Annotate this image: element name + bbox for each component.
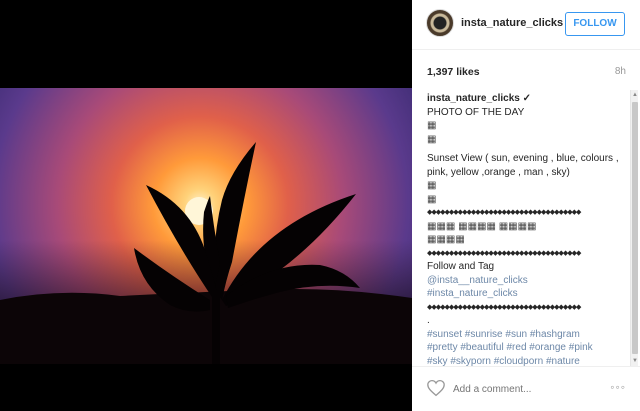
scroll-up-icon[interactable]: ▲ xyxy=(632,92,638,98)
caption-follow-tag: Follow and Tag xyxy=(427,261,495,272)
post-age[interactable]: 8h xyxy=(615,66,626,77)
caption-symbol: ▦ xyxy=(427,193,437,205)
caption-symbol: ▦ xyxy=(427,180,437,191)
sunset-plant-photo xyxy=(0,88,412,364)
scroll-down-icon[interactable]: ▼ xyxy=(632,358,638,364)
likes-count[interactable]: 1,397 likes xyxy=(427,66,480,78)
caption-hashtag[interactable]: #insta_nature_clicks xyxy=(427,287,625,301)
post-sidebar: insta_nature_clicks FOLLOW 1,397 likes 8… xyxy=(412,0,640,411)
caption-mention[interactable]: @insta__nature_clicks xyxy=(427,274,625,288)
caption-hashtags[interactable]: #sky #skyporn #cloudporn #nature xyxy=(427,355,625,367)
comment-input[interactable] xyxy=(453,382,593,396)
caption-scrollbar[interactable]: ▲ ▼ xyxy=(630,90,638,366)
caption-hashtags[interactable]: #pretty #beautiful #red #orange #pink xyxy=(427,341,625,355)
caption-symbol-row: ▦▦▦▦ xyxy=(427,234,465,245)
caption-dot: . xyxy=(427,315,430,326)
post-stats: 1,397 likes 8h xyxy=(412,50,640,86)
follow-button[interactable]: FOLLOW xyxy=(565,12,625,36)
caption-hashtags[interactable]: #sunset #sunrise #sun #hashgram xyxy=(427,328,625,342)
caption-scroll-area[interactable]: insta_nature_clicks ✓ PHOTO OF THE DAY ▦… xyxy=(412,88,640,366)
scrollbar-thumb[interactable] xyxy=(632,102,638,354)
post-username[interactable]: insta_nature_clicks xyxy=(461,17,563,29)
heart-icon[interactable] xyxy=(426,379,446,397)
caption-symbol: ▦ xyxy=(427,120,437,131)
caption-symbol-row: ▦▦▦ ▦▦▦▦ ▦▦▦▦ xyxy=(427,220,537,232)
caption-divider: ◆◆◆◆◆◆◆◆◆◆◆◆◆◆◆◆◆◆◆◆◆◆◆◆◆◆◆◆◆◆◆◆◆◆◆ xyxy=(427,303,581,311)
post-header: insta_nature_clicks FOLLOW xyxy=(412,0,640,50)
caption-symbol: ▦ xyxy=(427,133,437,145)
caption-divider: ◆◆◆◆◆◆◆◆◆◆◆◆◆◆◆◆◆◆◆◆◆◆◆◆◆◆◆◆◆◆◆◆◆◆◆ xyxy=(427,209,581,216)
caption-divider: ◆◆◆◆◆◆◆◆◆◆◆◆◆◆◆◆◆◆◆◆◆◆◆◆◆◆◆◆◆◆◆◆◆◆◆ xyxy=(427,249,581,257)
caption-username[interactable]: insta_nature_clicks ✓ xyxy=(427,92,625,106)
avatar[interactable] xyxy=(426,9,454,37)
caption-description: Sunset View ( sun, evening , blue, colou… xyxy=(427,153,619,178)
caption-title: PHOTO OF THE DAY xyxy=(427,106,525,118)
more-icon[interactable]: ◦◦◦ xyxy=(610,380,626,394)
comment-bar: ◦◦◦ xyxy=(412,366,640,411)
caption-text: insta_nature_clicks ✓ PHOTO OF THE DAY ▦… xyxy=(427,92,625,366)
post-photo[interactable] xyxy=(0,0,412,411)
